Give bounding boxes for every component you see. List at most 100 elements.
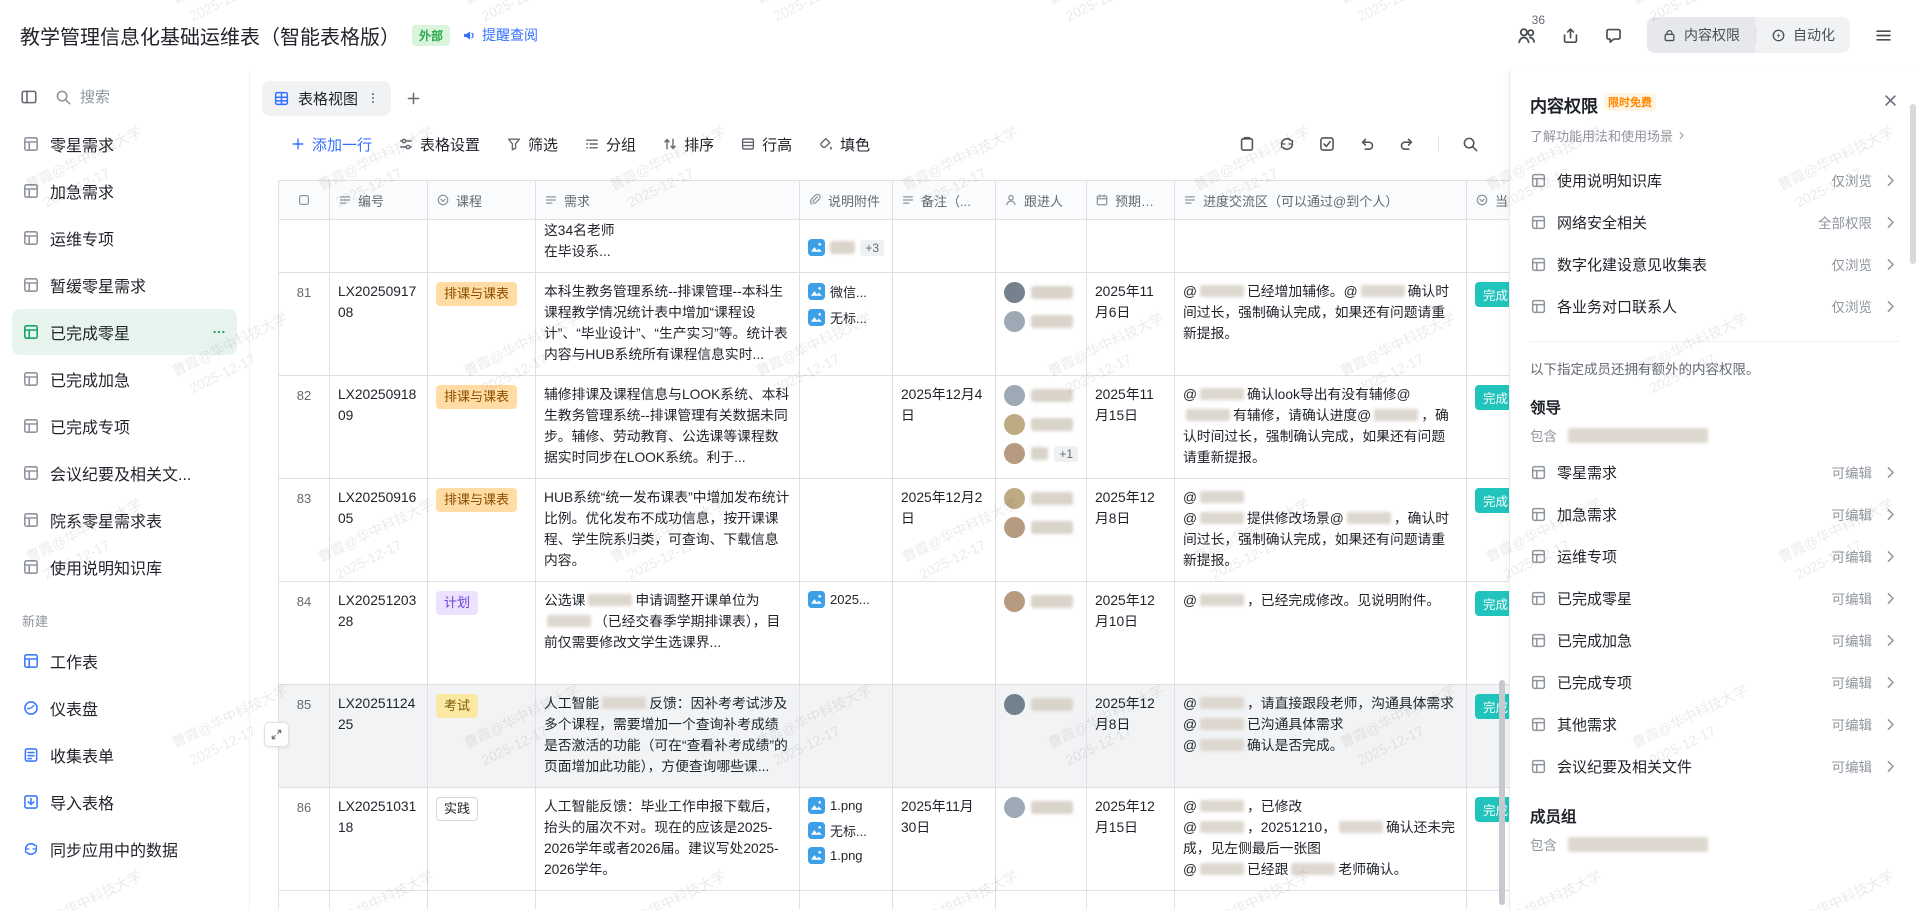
cell-note[interactable]	[893, 685, 996, 788]
panel-scrollbar[interactable]	[1910, 104, 1916, 264]
panel-permission-item[interactable]: 会议纪要及相关文件可编辑	[1518, 745, 1911, 787]
more-attachments-badge[interactable]: +3	[860, 240, 884, 256]
cell-attachments[interactable]: 2025...	[800, 582, 893, 685]
follower[interactable]: +1	[1004, 443, 1078, 464]
cell-attachments[interactable]	[800, 479, 893, 582]
column-header[interactable]: 需求	[536, 180, 800, 220]
cell-status[interactable]: 完成	[1467, 273, 1509, 376]
more-followers-badge[interactable]: +1	[1054, 446, 1078, 462]
panel-permission-item[interactable]: 已完成零星可编辑	[1518, 577, 1911, 619]
column-header[interactable]: 说明附件	[800, 180, 893, 220]
sync-button[interactable]	[1278, 135, 1296, 153]
add-view-button[interactable]	[405, 90, 422, 107]
cell-note[interactable]	[893, 273, 996, 376]
cell-followers[interactable]	[996, 479, 1087, 582]
column-header[interactable]: 跟进人	[996, 180, 1087, 220]
follower[interactable]	[1004, 311, 1078, 332]
follower[interactable]	[1004, 694, 1078, 715]
row-number[interactable]: 82	[279, 376, 330, 479]
cell-note[interactable]	[893, 220, 996, 273]
cell-progress[interactable]: @，请直接跟段老师，沟通具体需求@已沟通具体需求@确认是否完成。	[1175, 685, 1467, 788]
cell-progress[interactable]	[1175, 220, 1467, 273]
toolbar-fill-button[interactable]: 填色	[818, 134, 870, 155]
cell-note[interactable]: 2025年12月2日	[893, 479, 996, 582]
cell-course[interactable]: 排课与课表	[428, 376, 536, 479]
cell-attachments[interactable]: 1.png无标...1.png	[800, 788, 893, 891]
cell-followers[interactable]	[996, 220, 1087, 273]
cell-course[interactable]: 实践	[428, 788, 536, 891]
cell-demand[interactable]: 变动为这34名老师在毕设系...	[536, 220, 800, 273]
follower[interactable]	[1004, 488, 1078, 509]
cell-course[interactable]: 排课与课表	[428, 479, 536, 582]
clip-button[interactable]	[1238, 135, 1256, 153]
toolbar-funnel-button[interactable]: 筛选	[506, 134, 558, 155]
cell-course[interactable]: 考试	[428, 685, 536, 788]
cell-id[interactable]: LX2025091708	[330, 273, 428, 376]
checksq-button[interactable]	[1318, 135, 1336, 153]
toolbar-settings-button[interactable]: 表格设置	[398, 134, 480, 155]
cell-followers[interactable]	[996, 273, 1087, 376]
row-number[interactable]: 84	[279, 582, 330, 685]
search-button[interactable]: 搜索	[54, 86, 110, 107]
remind-review-link[interactable]: 提醒查阅	[462, 25, 538, 45]
sidebar-item[interactable]: 会议纪要及相关文...	[12, 450, 237, 496]
cell-demand[interactable]: HUB系统“统一发布课表”中增加发布统计比例。优化发布不成功信息，按开课课程、学…	[536, 479, 800, 582]
cell-id[interactable]: LX2025091605	[330, 479, 428, 582]
cell-id[interactable]: LX2025120328	[330, 582, 428, 685]
row-number[interactable]: 83	[279, 479, 330, 582]
panel-permission-item[interactable]: 数字化建设意见收集表仅浏览	[1518, 243, 1911, 285]
cell-due-date[interactable]: 2025年11月15日	[1087, 376, 1175, 479]
cell-demand[interactable]: 人工智能反馈：毕业工作申报下载后，抬头的届次不对。现在的应该是2025-2026…	[536, 788, 800, 891]
attachment-chip[interactable]: +3	[808, 239, 884, 256]
sidebar-item[interactable]: 零星需求	[12, 121, 237, 167]
panel-permission-item[interactable]: 各业务对口联系人仅浏览	[1518, 285, 1911, 327]
toolbar-group-button[interactable]: 分组	[584, 134, 636, 155]
panel-permission-item[interactable]: 其他需求可编辑	[1518, 703, 1911, 745]
panel-permission-item[interactable]: 已完成加急可编辑	[1518, 619, 1911, 661]
cell-due-date[interactable]: 2025年12月15日	[1087, 788, 1175, 891]
content-permission-button[interactable]: 内容权限	[1647, 17, 1755, 53]
sidebar-new-item[interactable]: 导入表格	[12, 779, 237, 825]
cell-followers[interactable]: +1	[996, 376, 1087, 479]
cell-due-date[interactable]	[1087, 220, 1175, 273]
cell-demand[interactable]: 辅修排课及课程信息与LOOK系统、本科生教务管理系统--排课管理有关数据未同步。…	[536, 376, 800, 479]
cell-attachments[interactable]	[800, 376, 893, 479]
attachment-chip[interactable]: 无标...	[808, 308, 884, 327]
menu-button[interactable]	[1874, 26, 1893, 45]
cell-course[interactable]: 排课与课表	[428, 273, 536, 376]
sidebar-item[interactable]: 暂缓零星需求	[12, 262, 237, 308]
cell-progress[interactable]: @确认look导出有没有辅修@有辅修，请确认进度@，确认时间过长，强制确认完成，…	[1175, 376, 1467, 479]
cell-note[interactable]: 2025年11月30日	[893, 788, 996, 891]
sidebar-item[interactable]: 加急需求	[12, 168, 237, 214]
cell-followers[interactable]	[996, 788, 1087, 891]
cell-due-date[interactable]: 2025年12月8日	[1087, 479, 1175, 582]
cell-status[interactable]: 完成	[1467, 479, 1509, 582]
cell-note[interactable]	[893, 582, 996, 685]
sidebar-item[interactable]: 已完成加急	[12, 356, 237, 402]
table-scrollbar[interactable]	[1499, 680, 1505, 905]
row-number[interactable]: 86	[279, 788, 330, 891]
column-header[interactable]: 备注（...	[893, 180, 996, 220]
panel-help-link[interactable]: 了解功能用法和使用场景	[1530, 126, 1687, 145]
toolbar-plus-button[interactable]: 添加一行	[290, 134, 372, 155]
panel-permission-item[interactable]: 网络安全相关全部权限	[1518, 201, 1911, 243]
sidebar-item[interactable]: 已完成专项	[12, 403, 237, 449]
cell-status[interactable]: 完成	[1467, 376, 1509, 479]
follower[interactable]	[1004, 517, 1078, 538]
panel-permission-item[interactable]: 使用说明知识库仅浏览	[1518, 159, 1911, 201]
panel-permission-item[interactable]: 运维专项可编辑	[1518, 535, 1911, 577]
cell-progress[interactable]: @@提供修改场景@，确认时间过长，强制确认完成，如果还有问题请重新提报。	[1175, 479, 1467, 582]
panel-permission-item[interactable]: 零星需求可编辑	[1518, 451, 1911, 493]
redo-button[interactable]	[1398, 135, 1416, 153]
cell-followers[interactable]	[996, 685, 1087, 788]
row-number[interactable]: 81	[279, 273, 330, 376]
select-all-cell[interactable]	[279, 180, 330, 220]
row-number[interactable]	[279, 220, 330, 273]
close-icon[interactable]	[1882, 92, 1899, 109]
cell-attachments[interactable]	[800, 685, 893, 788]
attachment-chip[interactable]: 1.png	[808, 797, 884, 814]
cell-id[interactable]: LX2025091809	[330, 376, 428, 479]
sidebar-item[interactable]: 院系零星需求表	[12, 497, 237, 543]
column-header[interactable]: 进度交流区（可以通过@到个人）	[1175, 180, 1467, 220]
sidebar-new-item[interactable]: 同步应用中的数据	[12, 826, 237, 872]
